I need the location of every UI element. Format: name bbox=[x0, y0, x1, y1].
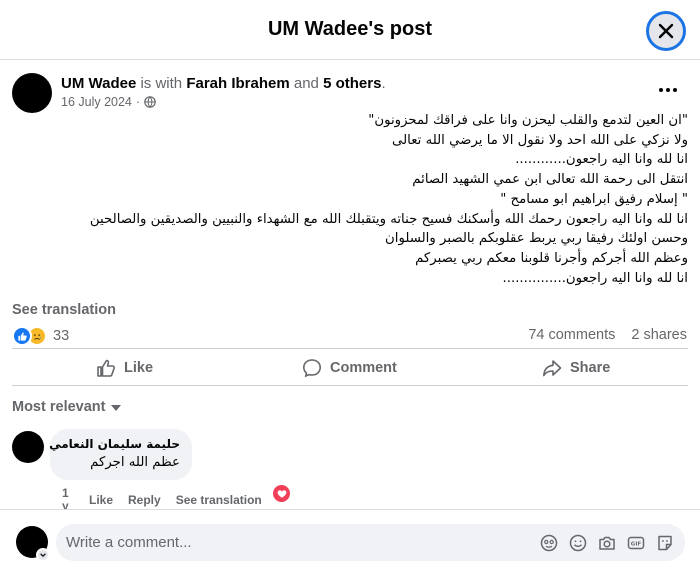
shares-count[interactable]: 2 shares bbox=[631, 327, 687, 343]
like-button[interactable]: Like bbox=[96, 356, 153, 380]
globe-icon bbox=[144, 96, 156, 108]
post-line: انا لله وانا اليه راجعون............... bbox=[502, 270, 688, 286]
reactions-summary[interactable]: 33 bbox=[12, 326, 69, 346]
post-text: "ان العين لتدمع والقلب ليحزن وانا على فر… bbox=[12, 111, 688, 288]
emoji-icon[interactable] bbox=[568, 533, 588, 553]
post-date[interactable]: 16 July 2024 bbox=[61, 95, 132, 109]
gif-icon[interactable]: GIF bbox=[626, 533, 646, 553]
comment-like-button[interactable]: Like bbox=[89, 493, 113, 507]
post-line: انتقل الى رحمة الله تعالى ابن عمي الشهيد… bbox=[412, 172, 688, 188]
post-line: وحسن اولئك رفيقا ربي يربط عقلوبكم بالصبر… bbox=[385, 231, 688, 247]
sticker-icon[interactable] bbox=[655, 533, 675, 553]
comment-see-translation[interactable]: See translation bbox=[176, 493, 262, 507]
dot-icon bbox=[666, 88, 670, 92]
avatar-sticker-icon[interactable] bbox=[539, 533, 559, 553]
others-link[interactable]: 5 others bbox=[323, 75, 381, 92]
comment-icon bbox=[302, 359, 322, 378]
heart-reaction-icon[interactable] bbox=[273, 485, 290, 502]
avatar-dropdown-chevron-icon[interactable] bbox=[36, 548, 50, 562]
post-line: "ان العين لتدمع والقلب ليحزن وانا على فر… bbox=[368, 113, 688, 128]
post-author-line: UM Wadee is with Farah Ibrahem and 5 oth… bbox=[61, 75, 386, 92]
dialog-title: UM Wadee's post bbox=[267, 18, 433, 40]
more-options-button[interactable] bbox=[652, 80, 684, 100]
and-text: and bbox=[293, 75, 319, 92]
post-line: انا لله وانا اليه راجعون............ bbox=[515, 152, 688, 168]
share-icon bbox=[543, 360, 562, 377]
comment-button[interactable]: Comment bbox=[302, 356, 397, 380]
sort-label: Most relevant bbox=[12, 399, 106, 415]
thumbs-up-icon bbox=[97, 359, 115, 377]
author-name[interactable]: UM Wadee bbox=[61, 75, 136, 92]
close-icon bbox=[658, 23, 674, 39]
dot-icon bbox=[659, 88, 663, 92]
camera-icon[interactable] bbox=[597, 533, 617, 553]
see-translation-link[interactable]: See translation bbox=[12, 302, 116, 318]
comment-input-wrapper: GIF bbox=[56, 524, 685, 561]
comment-sort-dropdown[interactable]: Most relevant bbox=[12, 399, 122, 415]
with-text: is with bbox=[140, 75, 183, 92]
comment-bubble: حليمة سليمان النعامي عظم الله اجركم bbox=[49, 429, 192, 480]
dialog-header: UM Wadee's post bbox=[0, 0, 700, 60]
close-button[interactable] bbox=[646, 11, 686, 51]
author-avatar[interactable] bbox=[12, 73, 52, 113]
post-line: ولا نزكي على الله احد ولا نقول الا ما ير… bbox=[392, 132, 688, 148]
engagement-counts: 74 comments 2 shares bbox=[528, 327, 687, 343]
caret-down-icon bbox=[111, 405, 122, 411]
comment-reply-button[interactable]: Reply bbox=[128, 493, 161, 507]
post-line: وعظم الله أجركم وأجرنا قلوبنا معكم ربي ي… bbox=[415, 250, 688, 266]
tagged-person[interactable]: Farah Ibrahem bbox=[186, 75, 289, 92]
comment-input[interactable] bbox=[66, 524, 536, 561]
commenter-avatar[interactable] bbox=[12, 431, 44, 463]
comment-label: Comment bbox=[330, 360, 397, 376]
svg-text:GIF: GIF bbox=[631, 542, 642, 548]
post-action-bar: Like Comment Share bbox=[12, 348, 688, 386]
like-reaction-icon bbox=[12, 326, 32, 346]
share-button[interactable]: Share bbox=[542, 356, 610, 380]
comments-count[interactable]: 74 comments bbox=[528, 327, 615, 343]
dot-icon bbox=[673, 88, 677, 92]
commenter-name[interactable]: حليمة سليمان النعامي bbox=[49, 437, 180, 451]
post-line: " إسلام رفيق ابراهيم ابو مسامح " bbox=[500, 191, 688, 207]
composer-icons: GIF bbox=[539, 533, 675, 553]
share-label: Share bbox=[570, 360, 611, 376]
post-line: انا لله وانا اليه راجعون رحمك الله وأسكن… bbox=[89, 211, 688, 227]
comment-composer: GIF bbox=[0, 509, 700, 577]
period-text: . bbox=[381, 75, 386, 92]
comment-text: عظم الله اجركم bbox=[90, 455, 180, 470]
like-label: Like bbox=[124, 360, 154, 376]
reaction-count: 33 bbox=[53, 328, 70, 344]
post-meta: 16 July 2024 · bbox=[61, 95, 156, 109]
date-separator: · bbox=[135, 95, 141, 109]
